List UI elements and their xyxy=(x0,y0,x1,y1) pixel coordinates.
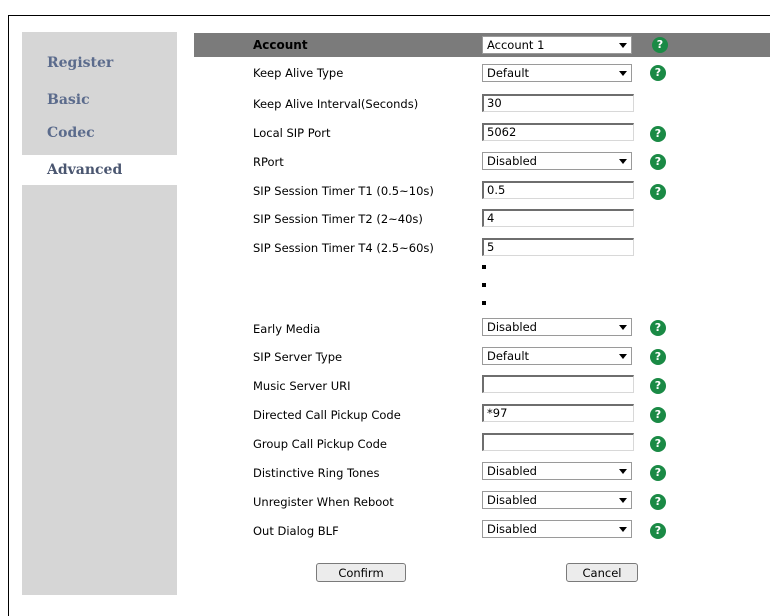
sidebar-item-codec[interactable]: Codec xyxy=(22,118,177,148)
chevron-down-icon xyxy=(619,325,627,330)
ellipsis-dot xyxy=(482,283,486,287)
help-icon[interactable]: ? xyxy=(650,494,666,510)
help-icon[interactable]: ? xyxy=(652,37,668,53)
select-value: Disabled xyxy=(487,493,537,507)
early-media-select[interactable]: Disabled xyxy=(482,318,632,336)
early-media-label: Early Media xyxy=(253,322,321,336)
session-timer-t1-label: SIP Session Timer T1 (0.5~10s) xyxy=(253,184,434,198)
session-timer-t4-label: SIP Session Timer T4 (2.5~60s) xyxy=(253,241,434,255)
ellipsis-dot xyxy=(482,265,486,269)
sidebar-item-label: Register xyxy=(47,55,114,71)
keep-alive-interval-input[interactable]: 30 xyxy=(482,94,634,112)
distinctive-ring-tones-label: Distinctive Ring Tones xyxy=(253,466,380,480)
chevron-down-icon xyxy=(619,71,627,76)
select-value: Default xyxy=(487,66,530,80)
sip-server-type-label: SIP Server Type xyxy=(253,350,343,364)
session-timer-t2-label: SIP Session Timer T2 (2~40s) xyxy=(253,212,423,226)
sidebar-item-label: Codec xyxy=(47,125,95,141)
select-value: Disabled xyxy=(487,154,537,168)
select-value: Disabled xyxy=(487,464,537,478)
chevron-down-icon xyxy=(619,498,627,503)
group-call-pickup-label: Group Call Pickup Code xyxy=(253,437,387,451)
sidebar-item-register[interactable]: Register xyxy=(22,48,177,78)
music-server-uri-label: Music Server URI xyxy=(253,379,351,393)
local-sip-port-label: Local SIP Port xyxy=(253,126,331,140)
group-call-pickup-input[interactable] xyxy=(482,433,634,451)
chevron-down-icon xyxy=(619,354,627,359)
help-icon[interactable]: ? xyxy=(650,126,666,142)
sidebar: Register Basic Codec Advanced xyxy=(22,32,187,595)
sip-server-type-select[interactable]: Default xyxy=(482,347,632,365)
help-icon[interactable]: ? xyxy=(650,378,666,394)
session-timer-t4-input[interactable]: 5 xyxy=(482,238,634,256)
chevron-down-icon xyxy=(619,43,627,48)
select-value: Disabled xyxy=(487,320,537,334)
sidebar-item-label: Basic xyxy=(47,92,90,108)
keep-alive-type-select[interactable]: Default xyxy=(482,64,632,82)
cancel-button[interactable]: Cancel xyxy=(566,563,638,582)
sidebar-item-basic[interactable]: Basic xyxy=(22,85,177,115)
out-dialog-blf-label: Out Dialog BLF xyxy=(253,524,339,538)
help-icon[interactable]: ? xyxy=(650,154,666,170)
help-icon[interactable]: ? xyxy=(650,523,666,539)
chevron-down-icon xyxy=(619,527,627,532)
out-dialog-blf-select[interactable]: Disabled xyxy=(482,520,632,538)
select-value: Default xyxy=(487,349,530,363)
select-value: Disabled xyxy=(487,522,537,536)
settings-panel xyxy=(177,32,770,595)
music-server-uri-input[interactable] xyxy=(482,375,634,393)
unregister-when-reboot-select[interactable]: Disabled xyxy=(482,491,632,509)
help-icon[interactable]: ? xyxy=(650,407,666,423)
account-select[interactable]: Account 1 xyxy=(482,36,632,54)
keep-alive-type-label: Keep Alive Type xyxy=(253,66,344,80)
rport-select[interactable]: Disabled xyxy=(482,152,632,170)
unregister-when-reboot-label: Unregister When Reboot xyxy=(253,495,394,509)
account-label: Account xyxy=(253,38,308,52)
keep-alive-interval-label: Keep Alive Interval(Seconds) xyxy=(253,97,419,111)
help-icon[interactable]: ? xyxy=(650,184,666,200)
session-timer-t2-input[interactable]: 4 xyxy=(482,209,634,227)
distinctive-ring-tones-select[interactable]: Disabled xyxy=(482,462,632,480)
ellipsis-dot xyxy=(482,301,486,305)
account-select-value: Account 1 xyxy=(487,38,545,52)
help-icon[interactable]: ? xyxy=(650,436,666,452)
session-timer-t1-input[interactable]: 0.5 xyxy=(482,181,634,199)
directed-call-pickup-label: Directed Call Pickup Code xyxy=(253,408,401,422)
help-icon[interactable]: ? xyxy=(650,465,666,481)
help-icon[interactable]: ? xyxy=(650,349,666,365)
chevron-down-icon xyxy=(619,159,627,164)
sidebar-item-label: Advanced xyxy=(47,162,123,178)
help-icon[interactable]: ? xyxy=(650,65,666,81)
directed-call-pickup-input[interactable]: *97 xyxy=(482,404,634,422)
local-sip-port-input[interactable]: 5062 xyxy=(482,123,634,141)
sidebar-item-advanced[interactable]: Advanced xyxy=(22,155,187,185)
rport-label: RPort xyxy=(253,155,284,169)
confirm-button[interactable]: Confirm xyxy=(316,563,406,582)
chevron-down-icon xyxy=(619,469,627,474)
help-icon[interactable]: ? xyxy=(650,320,666,336)
